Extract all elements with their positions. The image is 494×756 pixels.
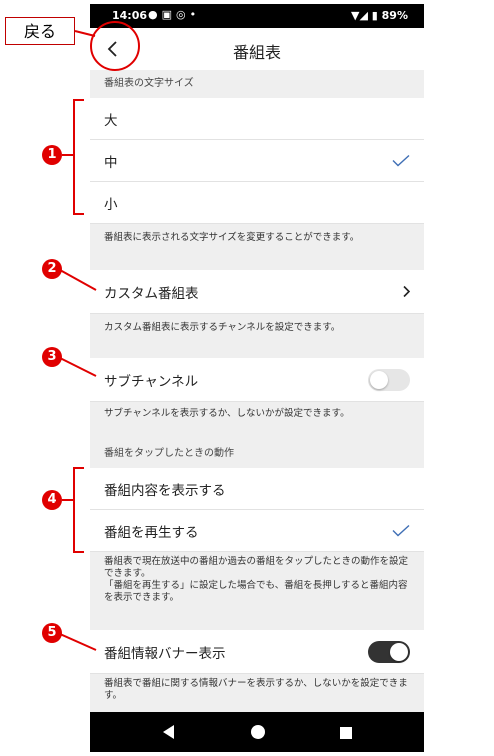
callout-badge-4: 4 <box>42 490 62 510</box>
banner-toggle[interactable] <box>368 640 410 663</box>
callout-badge-2: 2 <box>42 259 62 279</box>
tap-action-header: 番組をタップしたときの動作 <box>90 440 424 468</box>
banner-description: 番組表で番組に関する情報バナーを表示するか、しないかを設定できます。 <box>90 674 424 712</box>
notification-icons: ●▣◎• <box>148 8 200 21</box>
font-size-option-small[interactable]: 小 <box>90 182 424 224</box>
option-label: 小 <box>104 196 118 213</box>
chevron-right-icon <box>402 282 411 301</box>
banner-label: 番組情報バナー表示 <box>104 645 226 662</box>
page-title: 番組表 <box>232 43 281 62</box>
checkmark-icon <box>392 521 410 540</box>
nav-home-icon[interactable] <box>250 724 266 744</box>
phone-screen: 14:06 ●▣◎• ▼◢ ▮ 89% 番組表 番組表の文字サイズ 大 中 小 … <box>90 4 424 752</box>
message-icon: ● <box>148 8 162 21</box>
option-label: 番組内容を表示する <box>104 482 226 499</box>
callout-badge-5: 5 <box>42 623 62 643</box>
dot-icon: • <box>189 8 201 21</box>
callout-badge-3: 3 <box>42 347 62 367</box>
nav-recents-icon[interactable] <box>339 725 353 744</box>
font-size-option-medium[interactable]: 中 <box>90 140 424 182</box>
callout-badge-1: 1 <box>42 145 62 165</box>
status-bar: 14:06 ●▣◎• ▼◢ ▮ 89% <box>90 4 424 28</box>
font-size-description: 番組表に表示される文字サイズを変更することができます。 <box>90 224 424 270</box>
system-nav-bar <box>90 712 424 752</box>
tap-action-option-play[interactable]: 番組を再生する <box>90 510 424 552</box>
sub-channel-label: サブチャンネル <box>104 373 199 390</box>
battery-icon: ▮ <box>371 9 378 22</box>
chrome-icon: ◎ <box>176 8 190 21</box>
sub-channel-description: サブチャンネルを表示するか、しないかが設定できます。 <box>90 402 424 440</box>
option-label: 番組を再生する <box>104 524 199 541</box>
sub-channel-item[interactable]: サブチャンネル <box>90 358 424 402</box>
custom-guide-item[interactable]: カスタム番組表 <box>90 270 424 314</box>
custom-guide-label: カスタム番組表 <box>104 285 199 302</box>
app-bar: 番組表 <box>90 28 424 71</box>
status-time: 14:06 <box>112 9 148 22</box>
option-label: 中 <box>104 154 118 171</box>
checkmark-icon <box>392 151 410 170</box>
signal-icon: ◢ <box>359 9 368 22</box>
tap-action-option-show-details[interactable]: 番組内容を表示する <box>90 468 424 510</box>
custom-guide-description: カスタム番組表に表示するチャンネルを設定できます。 <box>90 314 424 358</box>
tap-action-description-2: 「番組を再生する」に設定した場合でも、番組を長押しすると番組内容を表示できます。 <box>104 580 408 603</box>
back-callout-label: 戻る <box>5 17 75 45</box>
tap-action-description: 番組表で現在放送中の番組か過去の番組をタップしたときの動作を設定できます。 「番… <box>90 552 424 630</box>
tap-action-description-1: 番組表で現在放送中の番組か過去の番組をタップしたときの動作を設定できます。 <box>104 556 409 579</box>
nav-back-icon[interactable] <box>162 724 176 744</box>
font-size-option-large[interactable]: 大 <box>90 98 424 140</box>
image-icon: ▣ <box>161 8 177 21</box>
sub-channel-toggle[interactable] <box>368 368 410 391</box>
battery-level: 89% <box>381 9 408 22</box>
status-right: ▼◢ ▮ 89% <box>351 9 408 22</box>
banner-item[interactable]: 番組情報バナー表示 <box>90 630 424 674</box>
option-label: 大 <box>104 112 118 129</box>
font-size-header: 番組表の文字サイズ <box>90 70 424 98</box>
